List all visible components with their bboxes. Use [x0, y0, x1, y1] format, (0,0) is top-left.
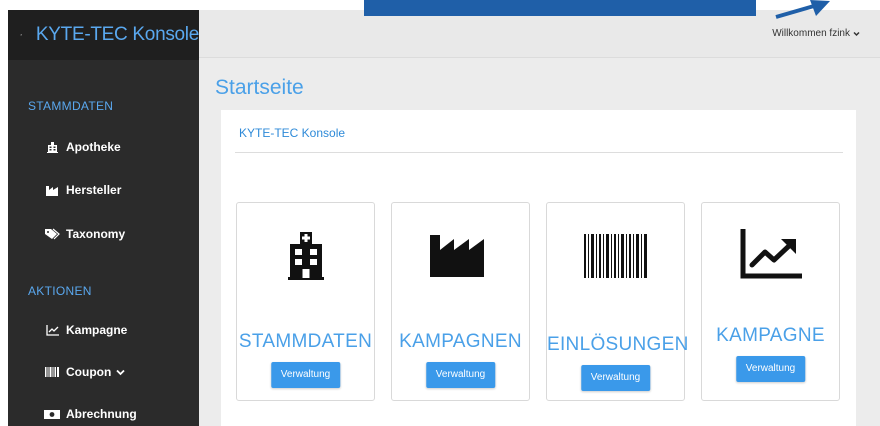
sidebar-item-label: Taxonomy [66, 227, 126, 241]
card-label: STAMMDATEN [238, 331, 373, 352]
welcome-text: Willkommen fzink [772, 28, 850, 39]
verwaltung-button[interactable]: Verwaltung [270, 362, 341, 388]
tags-icon [44, 228, 60, 240]
factory-icon [429, 234, 484, 277]
sidebar-item-kampagne[interactable]: Kampagne [44, 323, 127, 337]
sidebar-item-hersteller[interactable]: Hersteller [44, 183, 121, 197]
sidebar-item-abrechnung[interactable]: Abrechnung [44, 407, 137, 421]
factory-icon [44, 184, 60, 196]
card-stammdaten: STAMMDATEN Verwaltung [236, 202, 375, 401]
verwaltung-button[interactable]: Verwaltung [735, 356, 806, 382]
divider [235, 152, 843, 153]
card-label: EINLÖSUNGEN [547, 334, 689, 355]
callout-banner [364, 0, 756, 16]
sidebar: KYTE-TEC Konsole STAMMDATEN Apotheke Her… [8, 10, 199, 426]
main-content: Startseite KYTE-TEC Konsole STAMMDATEN V… [199, 58, 880, 426]
card-label: KAMPAGNE [716, 325, 825, 346]
sidebar-item-coupon[interactable]: Coupon [44, 365, 125, 379]
sidebar-item-label: Kampagne [66, 323, 128, 337]
chevron-down-icon [853, 31, 860, 37]
page-title: Startseite [215, 76, 304, 99]
verwaltung-button[interactable]: Verwaltung [425, 362, 496, 388]
money-icon [44, 408, 60, 420]
logo-icon [20, 34, 22, 36]
building-icon [44, 141, 60, 153]
sidebar-item-label: Abrechnung [66, 407, 137, 421]
panel-title: KYTE-TEC Konsole [239, 126, 346, 140]
card-einloesungen: EINLÖSUNGEN Verwaltung [546, 202, 689, 401]
card-kampagnen: KAMPAGNEN Verwaltung [391, 202, 530, 401]
brand-title: KYTE-TEC Konsole [35, 24, 199, 45]
card-label: KAMPAGNEN [399, 331, 522, 352]
barcode-icon [583, 233, 647, 278]
sidebar-item-label: Coupon [66, 365, 112, 379]
chart-line-icon [44, 324, 60, 336]
sidebar-section-aktionen: AKTIONEN [28, 284, 92, 298]
sidebar-item-taxonomy[interactable]: Taxonomy [44, 227, 125, 241]
barcode-icon [44, 366, 60, 378]
sidebar-item-label: Apotheke [66, 140, 121, 154]
building-icon [287, 231, 324, 280]
user-menu[interactable]: Willkommen fzink [772, 28, 860, 39]
sidebar-section-stammdaten: STAMMDATEN [28, 99, 114, 113]
chevron-down-icon [116, 369, 125, 376]
dashboard-panel: KYTE-TEC Konsole STAMMDATEN Verwaltung K… [221, 110, 856, 426]
card-kampagne: KAMPAGNE Verwaltung [701, 202, 840, 401]
sidebar-item-label: Hersteller [66, 183, 122, 197]
brand[interactable]: KYTE-TEC Konsole [8, 10, 199, 60]
chart-line-icon [740, 229, 802, 279]
verwaltung-button[interactable]: Verwaltung [580, 365, 651, 391]
sidebar-item-apotheke[interactable]: Apotheke [44, 140, 121, 154]
arrow-icon [775, 0, 830, 19]
